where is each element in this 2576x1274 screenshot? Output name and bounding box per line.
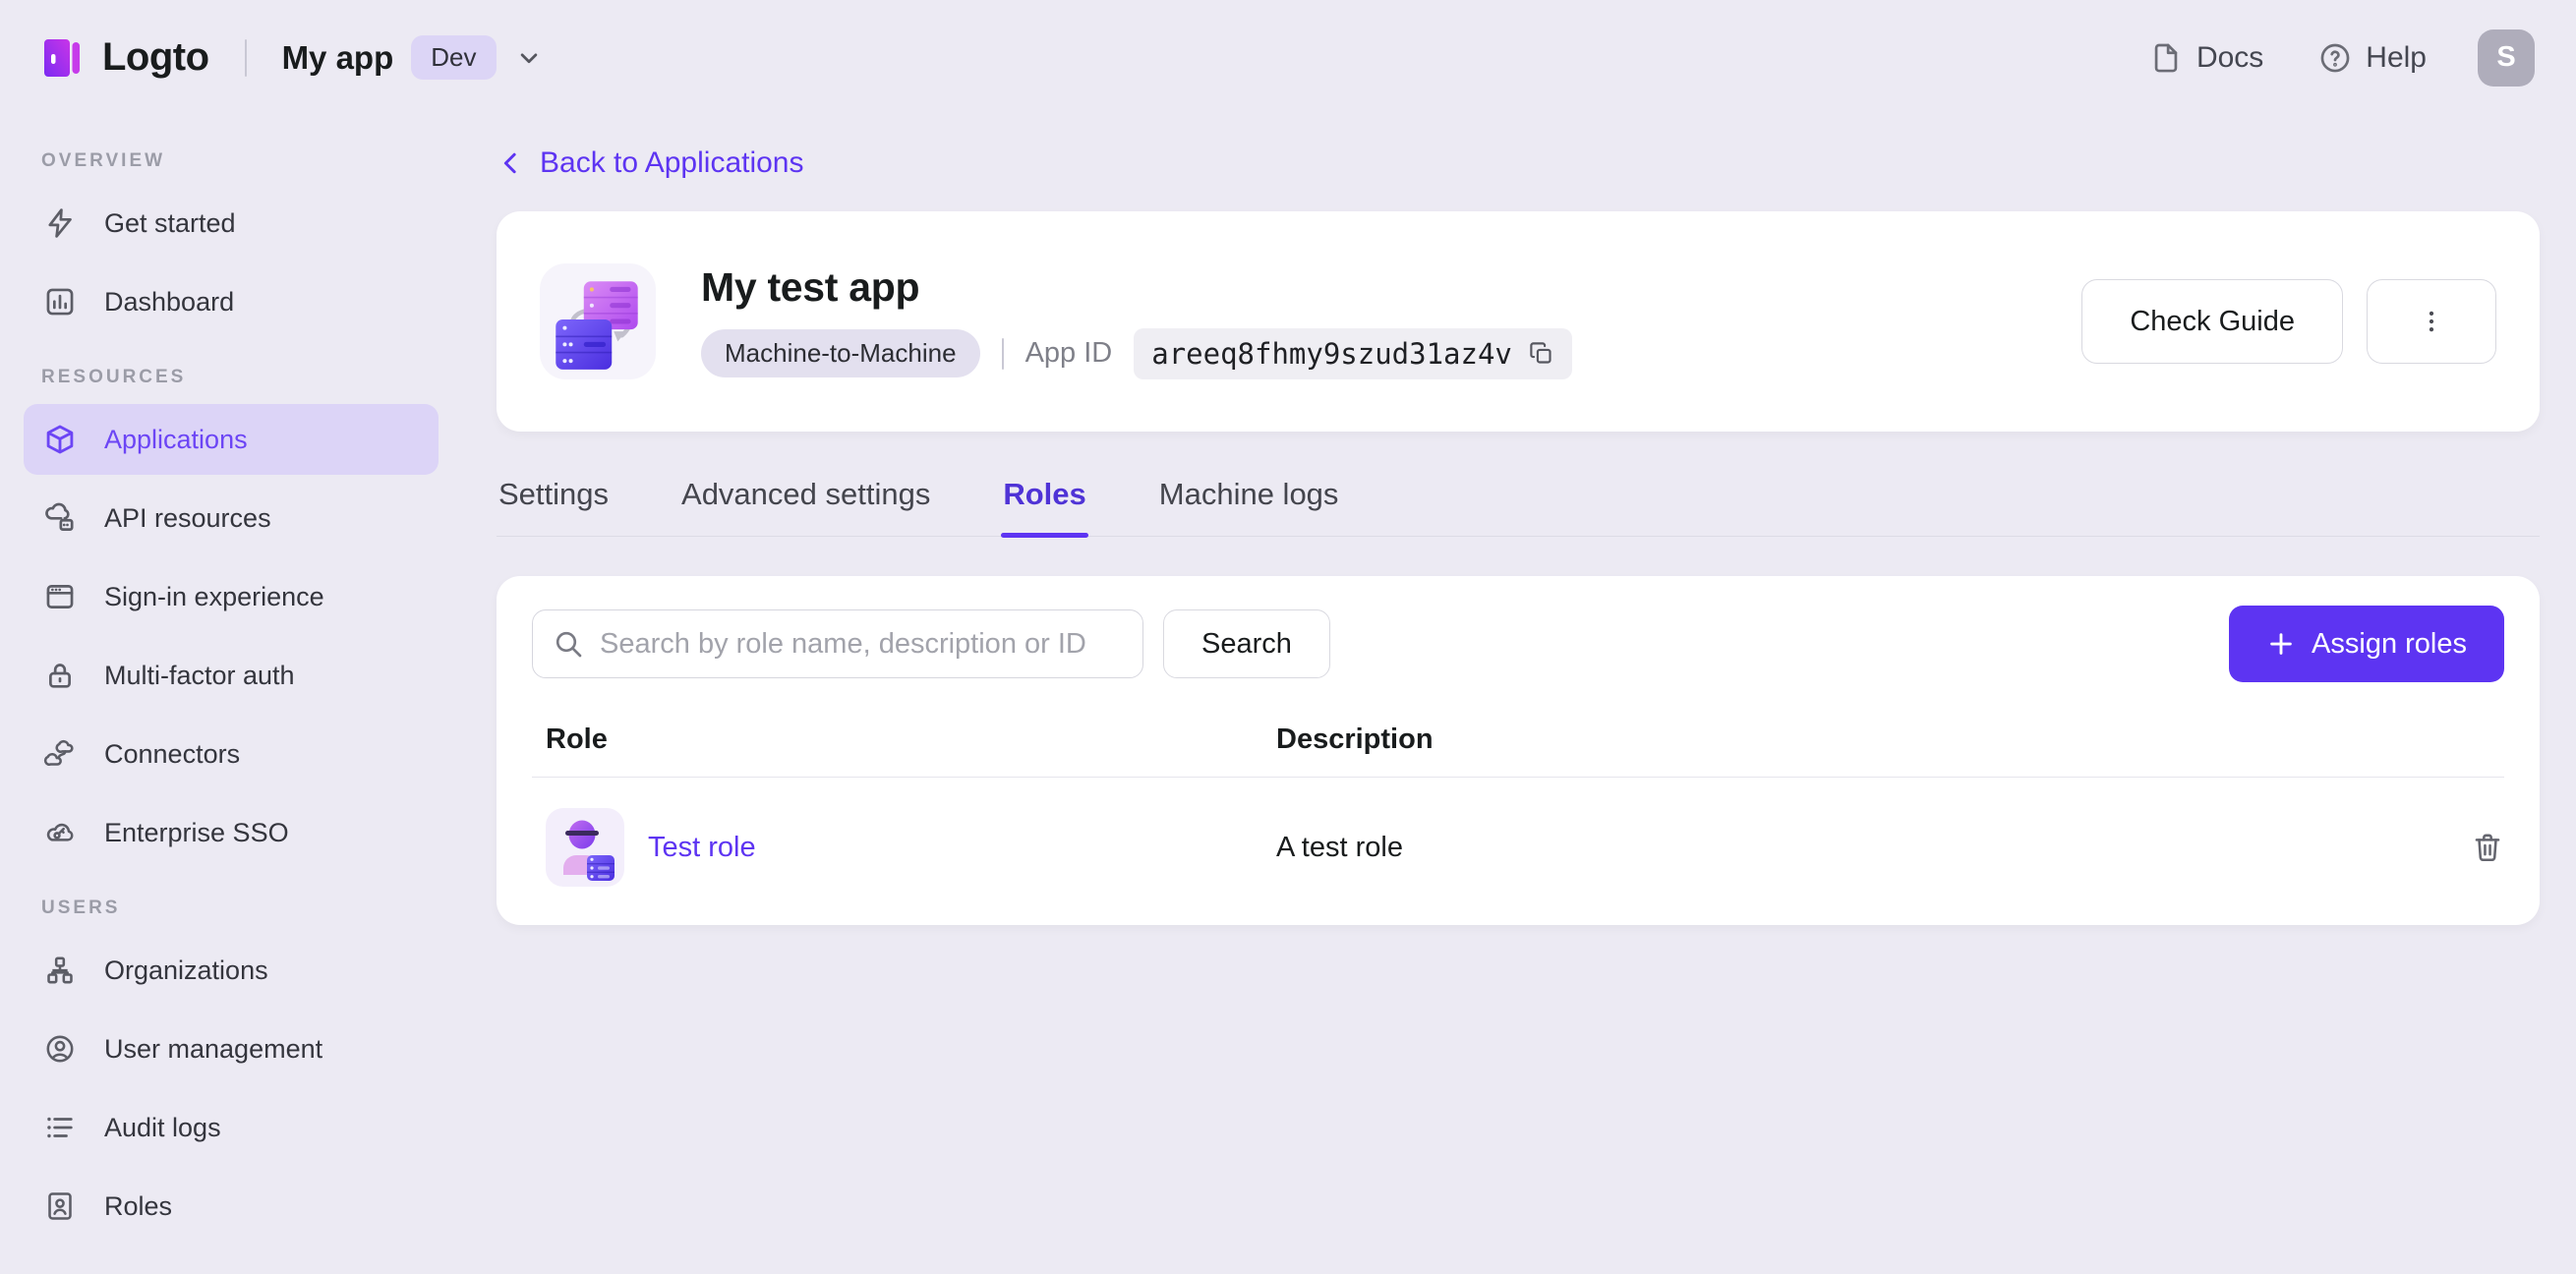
column-header-role: Role (546, 723, 608, 755)
env-badge: Dev (411, 35, 497, 80)
sidebar-item-user-management[interactable]: User management (24, 1013, 439, 1084)
sidebar-section-resources: RESOURCES (41, 367, 187, 387)
docs-button[interactable]: Docs (2149, 41, 2263, 75)
app-header-card: My test app Machine-to-Machine App ID ar… (497, 211, 2540, 432)
document-icon (2149, 41, 2183, 75)
sidebar-item-roles[interactable]: Roles (24, 1171, 439, 1242)
sidebar-item-get-started[interactable]: Get started (24, 188, 439, 259)
sidebar-item-dashboard[interactable]: Dashboard (24, 266, 439, 337)
role-name-link[interactable]: Test role (648, 832, 756, 864)
tab-advanced-settings[interactable]: Advanced settings (679, 467, 932, 536)
roles-panel: Search Assign roles Role Description (497, 576, 2540, 925)
user-circle-icon (43, 1032, 77, 1066)
brand-name: Logto (102, 35, 209, 79)
app-id-value: areeq8fhmy9szud31az4v (1151, 336, 1512, 371)
sidebar-section-users: USERS (41, 898, 121, 918)
cube-icon (43, 423, 77, 456)
assign-roles-button[interactable]: Assign roles (2229, 606, 2504, 682)
m2m-app-icon (540, 263, 656, 379)
app-id-label: App ID (1025, 337, 1113, 369)
sidebar: OVERVIEW Get started Dashboard RESOURCES (0, 115, 462, 1274)
sidebar-item-sign-in-experience[interactable]: Sign-in experience (24, 561, 439, 632)
help-label: Help (2366, 40, 2427, 74)
role-icon (546, 808, 624, 887)
table-row: Test role A test role (532, 778, 2504, 917)
tab-bar: Settings Advanced settings Roles Machine… (497, 467, 2540, 538)
app-id-pill: areeq8fhmy9szud31az4v (1134, 327, 1572, 379)
chevron-left-icon (497, 148, 526, 178)
role-search-box[interactable] (532, 609, 1143, 678)
brand: Logto (39, 35, 209, 81)
main-content: Back to Applications My test app Machine… (462, 115, 2576, 1274)
search-icon (553, 628, 584, 660)
app-title: My test app (701, 263, 920, 310)
role-description: A test role (1276, 831, 1403, 863)
help-icon (2318, 41, 2352, 75)
sidebar-item-applications[interactable]: Applications (24, 404, 439, 475)
plus-icon (2266, 629, 2296, 659)
topbar-divider (244, 38, 247, 77)
logto-logo-icon (39, 35, 85, 81)
column-header-description: Description (1276, 723, 1434, 755)
list-icon (43, 1111, 77, 1144)
meta-divider (1001, 337, 1004, 370)
id-card-icon (43, 1189, 77, 1223)
roles-table: Role Description Test role A test role (532, 702, 2504, 917)
current-app-name: My app (281, 38, 394, 76)
app-type-badge: Machine-to-Machine (701, 329, 980, 377)
app-switcher[interactable]: My app Dev (282, 35, 544, 80)
sidebar-item-enterprise-sso[interactable]: Enterprise SSO (24, 797, 439, 868)
cloud-box-icon (43, 501, 77, 535)
sidebar-section-overview: OVERVIEW (41, 150, 166, 171)
kebab-menu-button[interactable] (2367, 279, 2496, 364)
chevron-down-icon (514, 43, 544, 73)
trash-icon (2471, 831, 2504, 864)
search-input[interactable] (600, 627, 1123, 661)
table-header-row: Role Description (532, 702, 2504, 777)
delete-role-button[interactable] (2435, 831, 2504, 864)
org-chart-icon (43, 954, 77, 987)
search-button[interactable]: Search (1163, 609, 1330, 678)
sidebar-item-connectors[interactable]: Connectors (24, 719, 439, 789)
browser-icon (43, 580, 77, 613)
lock-icon (43, 659, 77, 692)
copy-icon[interactable] (1528, 340, 1554, 367)
tab-settings[interactable]: Settings (497, 467, 611, 536)
tab-roles[interactable]: Roles (1001, 467, 1089, 538)
docs-label: Docs (2195, 40, 2264, 74)
sidebar-item-audit-logs[interactable]: Audit logs (24, 1092, 439, 1163)
tab-machine-logs[interactable]: Machine logs (1157, 467, 1341, 536)
lightning-icon (43, 206, 77, 240)
bar-chart-icon (43, 285, 77, 318)
connectors-icon (43, 737, 77, 771)
user-avatar[interactable]: S (2478, 29, 2535, 87)
cloud-key-icon (43, 816, 77, 849)
topbar: Logto My app Dev Docs Help S (0, 0, 2576, 115)
sidebar-item-organizations[interactable]: Organizations (24, 935, 439, 1006)
help-button[interactable]: Help (2318, 41, 2427, 75)
back-to-applications-link[interactable]: Back to Applications (497, 146, 804, 180)
check-guide-button[interactable]: Check Guide (2081, 279, 2343, 364)
sidebar-item-api-resources[interactable]: API resources (24, 483, 439, 553)
sidebar-item-multi-factor-auth[interactable]: Multi-factor auth (24, 640, 439, 711)
